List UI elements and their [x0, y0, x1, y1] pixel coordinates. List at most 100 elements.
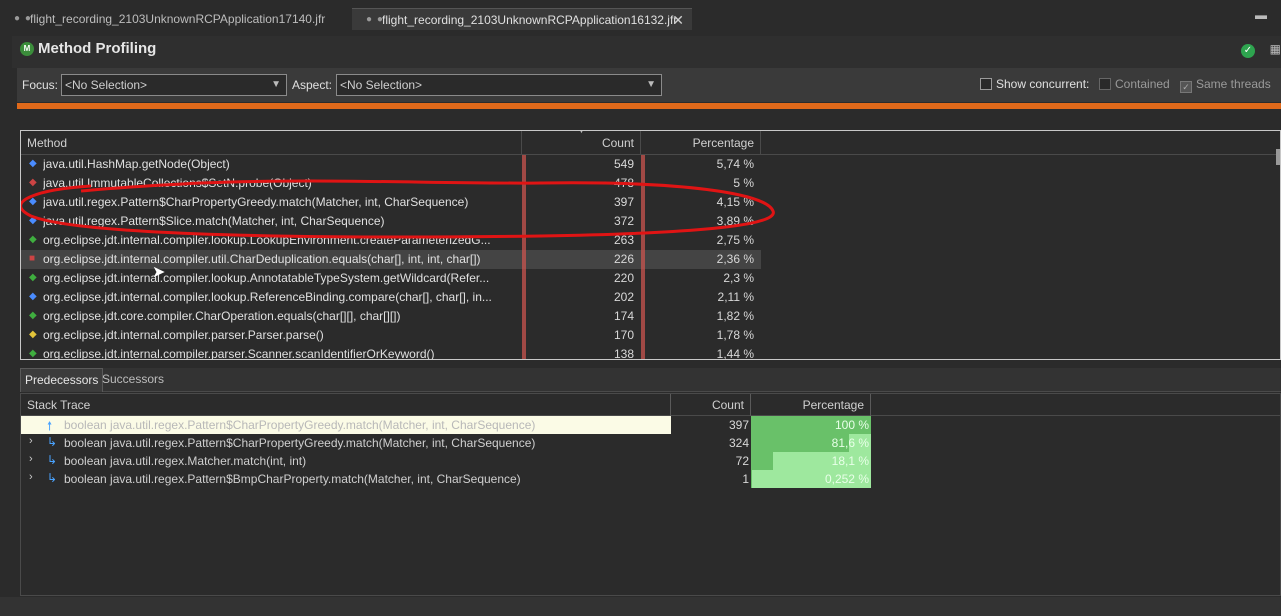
stack-row[interactable]: › ↳ boolean java.util.regex.Pattern$BmpC… [21, 470, 881, 488]
call-icon: ↳ [47, 453, 58, 467]
method-percentage: 5,74 % [716, 157, 754, 171]
frame-count: 397 [728, 418, 749, 432]
contained-checkbox[interactable]: Contained [1099, 77, 1170, 91]
percentage-cell: 100 % [751, 416, 871, 434]
method-count: 372 [613, 214, 634, 228]
chevron-right-icon[interactable]: › [29, 435, 33, 447]
method-icon: ◆ [29, 158, 37, 169]
chevron-right-icon[interactable]: › [29, 453, 33, 465]
method-icon: ◆ [29, 348, 37, 359]
table-row[interactable]: ◆ org.eclipse.jdt.internal.compiler.pars… [21, 326, 761, 345]
frame-percentage: 100 % [834, 418, 869, 432]
menu-icon[interactable]: ▦ [1270, 42, 1281, 56]
stack-row[interactable]: › ↳ boolean java.util.regex.Matcher.matc… [21, 452, 881, 470]
table-row[interactable]: ◆ org.eclipse.jdt.core.compiler.CharOper… [21, 307, 761, 326]
percentage-bar [641, 307, 645, 326]
column-method[interactable]: Method [21, 131, 522, 155]
method-name: org.eclipse.jdt.internal.compiler.parser… [43, 328, 324, 342]
percentage-bar [641, 193, 645, 212]
method-name: java.util.regex.Pattern$Slice.match(Matc… [43, 214, 385, 228]
method-percentage: 1,78 % [716, 328, 754, 342]
check-icon: ✓ [1180, 81, 1192, 93]
contained-label: Contained [1115, 77, 1170, 91]
method-name: org.eclipse.jdt.internal.compiler.lookup… [43, 290, 492, 304]
percentage-cell: 18,1 % [751, 452, 871, 470]
method-name: java.util.ImmutableCollections$SetN.prob… [43, 176, 312, 190]
percentage-cell: 81,6 % [751, 434, 871, 452]
vertical-scrollbar[interactable] [1276, 149, 1280, 165]
method-name: java.util.HashMap.getNode(Object) [43, 157, 230, 171]
table-row[interactable]: ◆ org.eclipse.jdt.internal.compiler.pars… [21, 345, 761, 360]
focus-select[interactable]: <No Selection> ▼ [61, 74, 287, 96]
method-count: 226 [613, 252, 634, 266]
chevron-right-icon[interactable]: › [29, 471, 33, 483]
method-percentage: 2,75 % [716, 233, 754, 247]
method-icon: ◆ [29, 310, 37, 321]
table-row[interactable]: ◆ org.eclipse.jdt.internal.compiler.look… [21, 231, 761, 250]
tab-recording-17140[interactable]: ● ● flight_recording_2103UnknownRCPAppli… [0, 8, 350, 30]
page-header: M Method Profiling ✓ ▦ [12, 36, 1281, 68]
same-threads-checkbox[interactable]: ✓ Same threads [1180, 77, 1271, 93]
frame-name: boolean java.util.regex.Matcher.match(in… [64, 454, 307, 468]
method-name: org.eclipse.jdt.core.compiler.CharOperat… [43, 309, 401, 323]
column-stack-trace[interactable]: Stack Trace [21, 394, 671, 416]
check-icon[interactable]: ✓ [1241, 44, 1255, 58]
method-icon: ◆ [29, 196, 37, 207]
chevron-down-icon: ▼ [271, 79, 281, 90]
table-row[interactable]: ◆ java.util.regex.Pattern$Slice.match(Ma… [21, 212, 761, 231]
percentage-bar [641, 269, 645, 288]
method-icon: ◆ [29, 177, 37, 188]
close-icon[interactable]: ✕ [672, 9, 684, 31]
tab-recording-16132[interactable]: ● ● flight_recording_2103UnknownRCPAppli… [352, 8, 692, 30]
minimize-icon[interactable]: ▬ [1255, 8, 1267, 22]
column-percentage[interactable]: Percentage [751, 394, 871, 416]
percentage-bar [641, 155, 645, 174]
method-icon: ◆ [29, 215, 37, 226]
method-count: 138 [613, 347, 634, 360]
filter-bar: Focus: <No Selection> ▼ Aspect: <No Sele… [17, 68, 1281, 102]
table-row[interactable]: ◆ java.util.regex.Pattern$CharPropertyGr… [21, 193, 761, 212]
table-row[interactable]: ◆ java.util.ImmutableCollections$SetN.pr… [21, 174, 761, 193]
method-icon: ◆ [29, 291, 37, 302]
tab-predecessors[interactable]: Predecessors [20, 368, 104, 392]
frame-percentage: 18,1 % [831, 454, 869, 468]
method-count: 397 [613, 195, 634, 209]
timeline-bar [17, 103, 1281, 109]
percentage-bar [641, 288, 645, 307]
aspect-select[interactable]: <No Selection> ▼ [336, 74, 662, 96]
editor-tab-bar: ● ● flight_recording_2103UnknownRCPAppli… [0, 0, 1281, 36]
method-percentage: 2,11 % [717, 290, 754, 304]
table-row-selected[interactable]: ■ org.eclipse.jdt.internal.compiler.util… [21, 250, 761, 269]
table-row[interactable]: ◆ org.eclipse.jdt.internal.compiler.look… [21, 269, 761, 288]
method-name: java.util.regex.Pattern$CharPropertyGree… [43, 195, 469, 209]
table-row[interactable]: ◆ java.util.HashMap.getNode(Object) 549 … [21, 155, 761, 174]
method-profiling-icon: M [20, 42, 34, 56]
method-name: org.eclipse.jdt.internal.compiler.lookup… [43, 271, 490, 285]
method-icon: ◆ [29, 234, 37, 245]
column-percentage[interactable]: Percentage [641, 131, 761, 155]
stack-trace-header: Stack Trace Count Percentage [21, 394, 1280, 416]
method-count: 263 [613, 233, 634, 247]
column-count[interactable]: Count [671, 394, 751, 416]
method-percentage: 1,82 % [716, 309, 754, 323]
percentage-bar [641, 250, 645, 269]
tab-successors[interactable]: Successors [98, 368, 168, 392]
percentage-bar [641, 326, 645, 345]
method-percentage: 5 % [733, 176, 754, 190]
table-row[interactable]: ◆ org.eclipse.jdt.internal.compiler.look… [21, 288, 761, 307]
show-concurrent-checkbox[interactable]: Show concurrent: [980, 77, 1089, 91]
checkbox-box [980, 78, 992, 90]
tab-label: flight_recording_2103UnknownRCPApplicati… [382, 13, 678, 27]
percentage-bar [641, 174, 645, 193]
method-count: 170 [613, 328, 634, 342]
frame-name: boolean java.util.regex.Pattern$CharProp… [64, 436, 536, 450]
stack-row[interactable]: › ↳ boolean java.util.regex.Pattern$Char… [21, 434, 881, 452]
percentage-bar [641, 212, 645, 231]
recording-icon: ● ● [14, 13, 32, 24]
method-name: org.eclipse.jdt.internal.compiler.util.C… [43, 252, 481, 266]
frame-count: 324 [728, 436, 749, 450]
method-icon: ■ [29, 253, 36, 264]
stack-trace-table: Stack Trace Count Percentage 🠕 boolean j… [20, 393, 1281, 596]
method-percentage: 3,89 % [716, 214, 754, 228]
recording-icon: ● ● [366, 14, 384, 25]
